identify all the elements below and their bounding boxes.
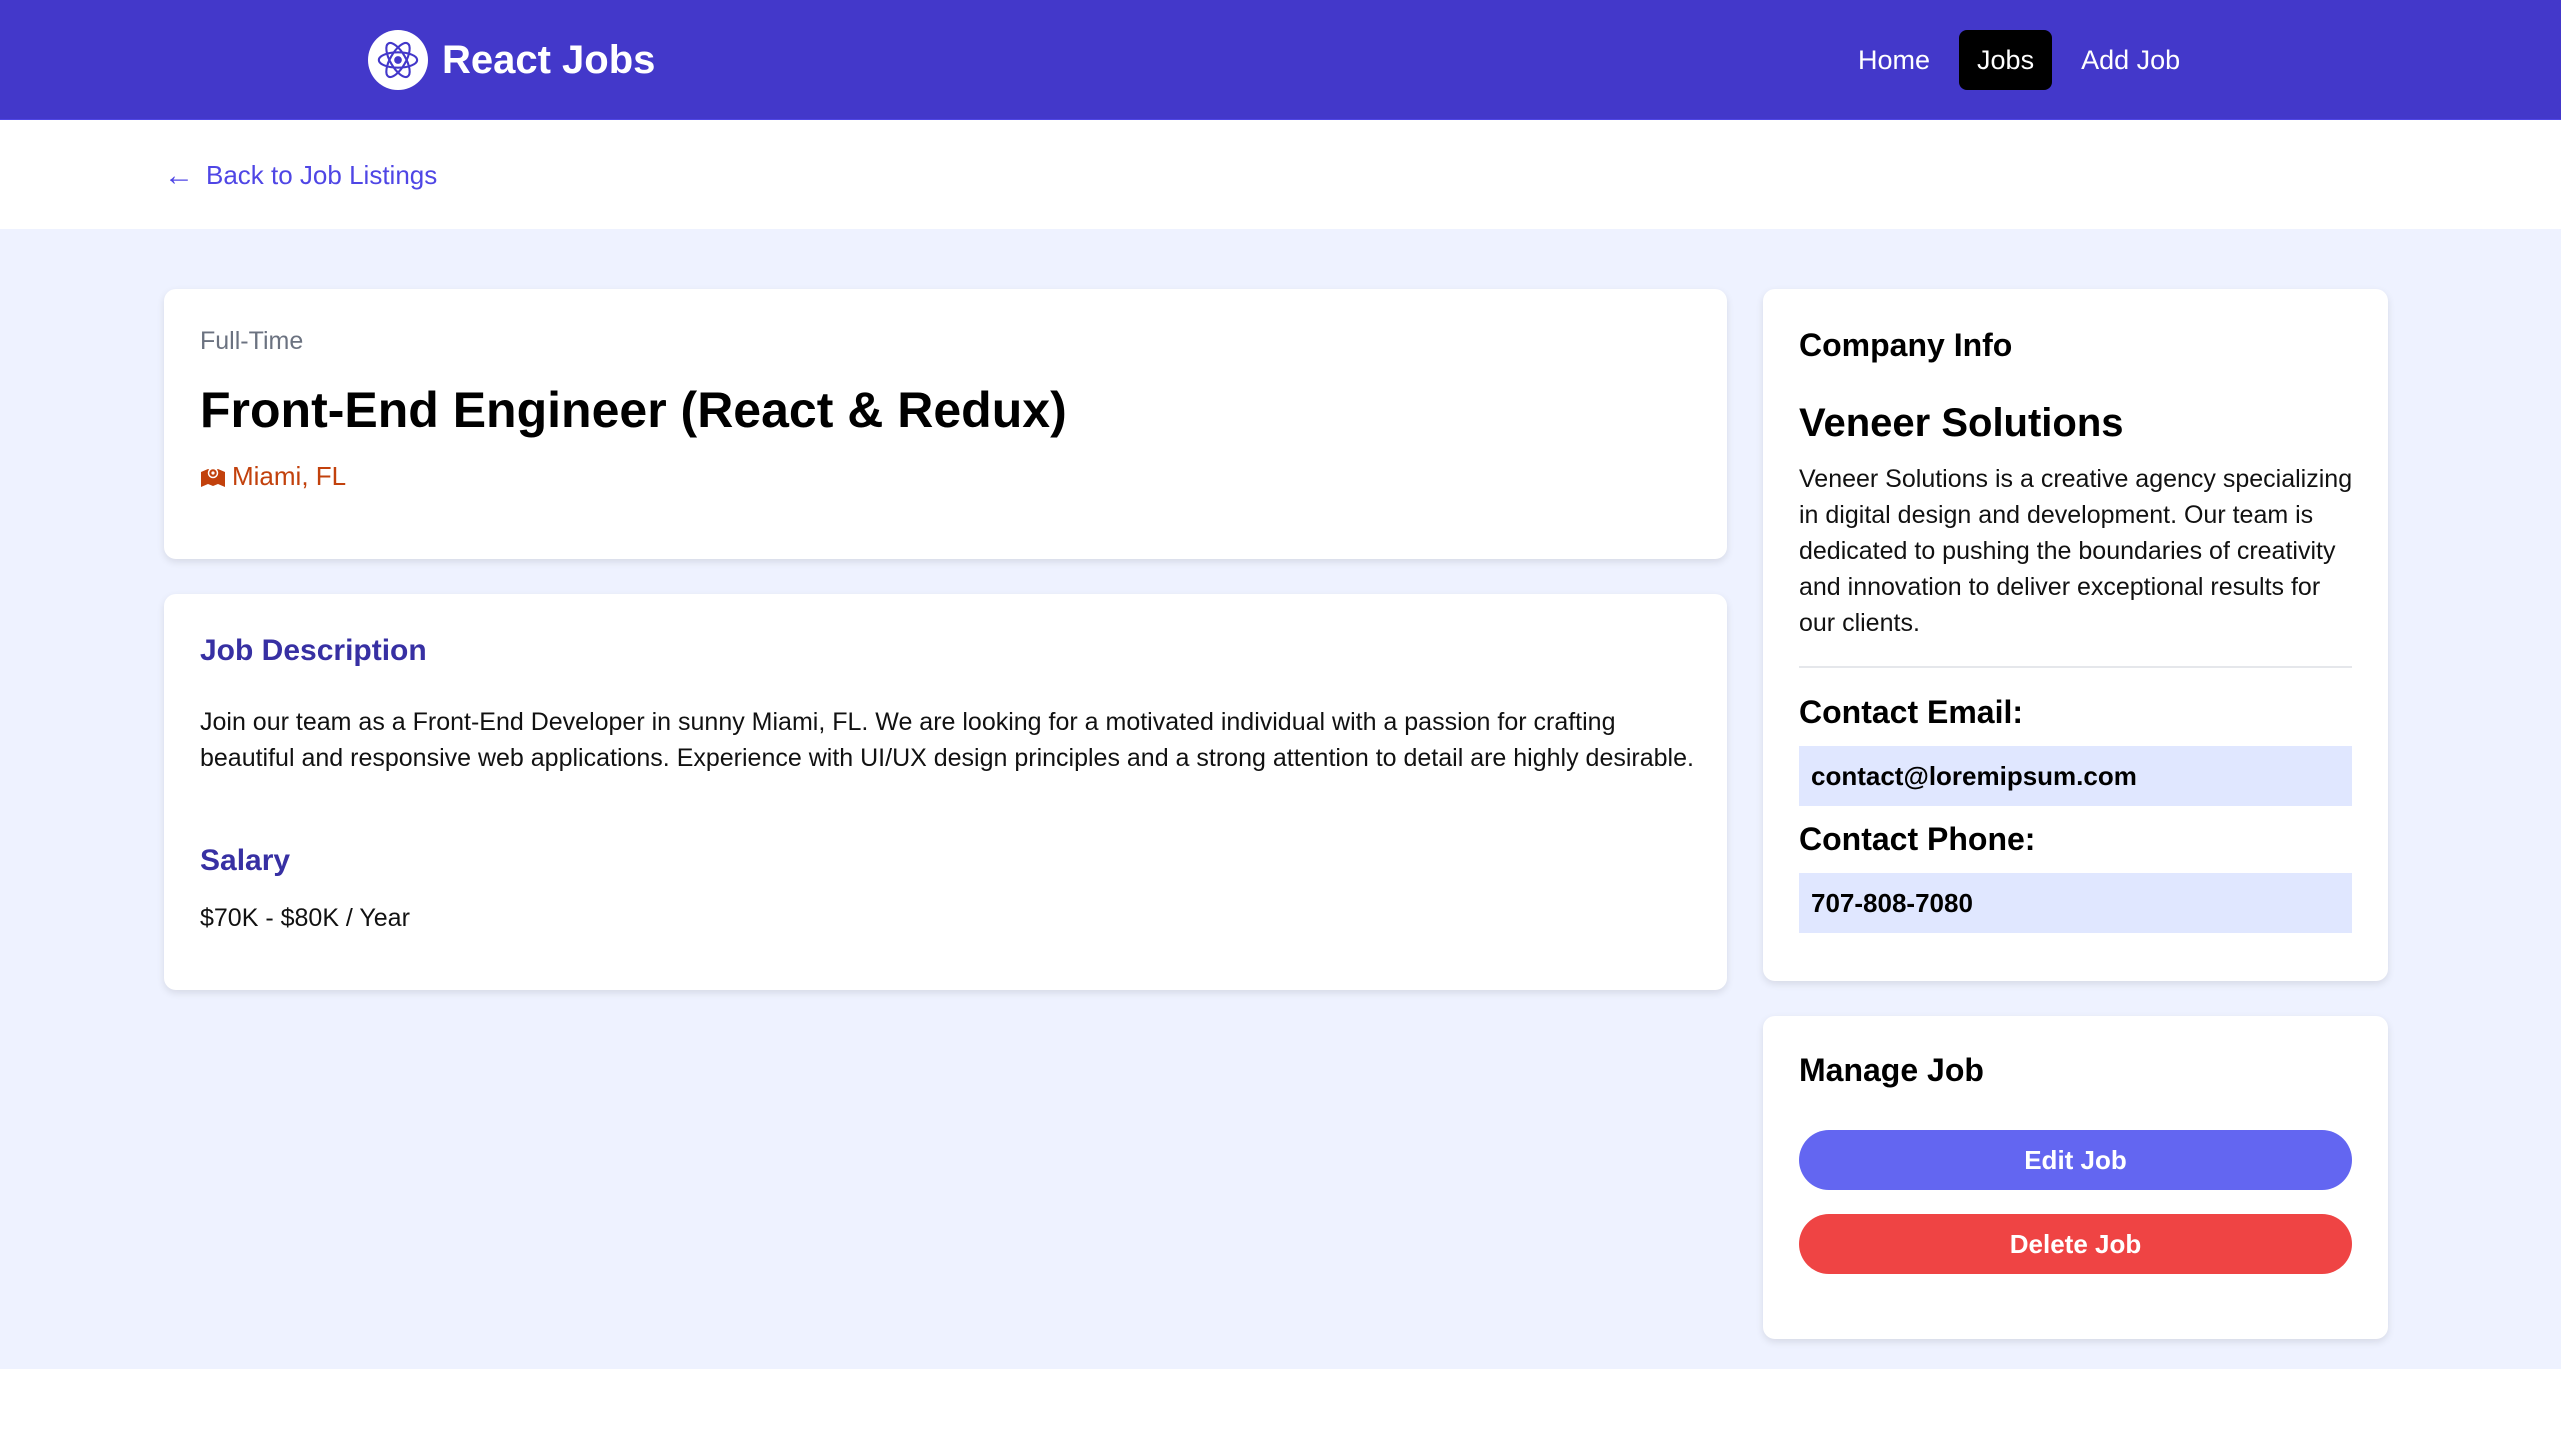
job-location-text: Miami, FL [232,461,347,491]
contact-phone-label: Contact Phone: [1799,821,2036,857]
arrow-left-icon: ← [164,158,194,192]
delete-job-button[interactable]: Delete Job [1799,1214,2352,1274]
back-link-label: Back to Job Listings [206,160,438,190]
manage-job-card: Manage Job Edit Job Delete Job [1763,1016,2388,1339]
company-description: Veneer Solutions is a creative agency sp… [1799,465,2353,637]
nav-link-add-job[interactable]: Add Job [2063,30,2198,90]
back-bar: ← Back to Job Listings [0,120,2561,229]
brand-link[interactable]: React Jobs [368,28,655,92]
brand-title: React Jobs [442,37,656,82]
manage-job-heading: Manage Job [1799,1052,1984,1088]
company-info-heading: Company Info [1799,327,2013,363]
job-description-card: Job Description Join our team as a Front… [164,594,1727,990]
map-marker-icon [201,467,225,487]
salary-heading: Salary [200,844,291,877]
job-description-heading: Job Description [200,634,427,667]
edit-job-button[interactable]: Edit Job [1799,1130,2352,1190]
divider [1799,666,2352,668]
contact-email-label: Contact Email: [1799,694,2024,730]
job-location: Miami, FL [200,461,346,492]
job-title: Front-End Engineer (React & Redux) [200,382,1067,438]
navbar: React Jobs Home Jobs Add Job [0,0,2561,120]
react-logo-icon [368,30,428,90]
back-to-listings-link[interactable]: ← Back to Job Listings [164,160,437,191]
nav-link-home[interactable]: Home [1840,30,1948,90]
main-nav: Home Jobs Add Job [1840,30,2209,90]
nav-link-jobs[interactable]: Jobs [1959,30,2053,90]
contact-email-value: contact@loremipsum.com [1799,746,2352,806]
job-description-text: Join our team as a Front-End Developer i… [200,708,1694,772]
job-detail-main: Full-Time Front-End Engineer (React & Re… [0,229,2561,1369]
salary-value: $70K - $80K / Year [200,904,410,932]
job-header-card: Full-Time Front-End Engineer (React & Re… [164,289,1727,559]
company-info-card: Company Info Veneer Solutions Veneer Sol… [1763,289,2388,981]
company-name: Veneer Solutions [1799,401,2124,445]
job-type: Full-Time [200,327,304,355]
contact-phone-value: 707-808-7080 [1799,873,2352,933]
